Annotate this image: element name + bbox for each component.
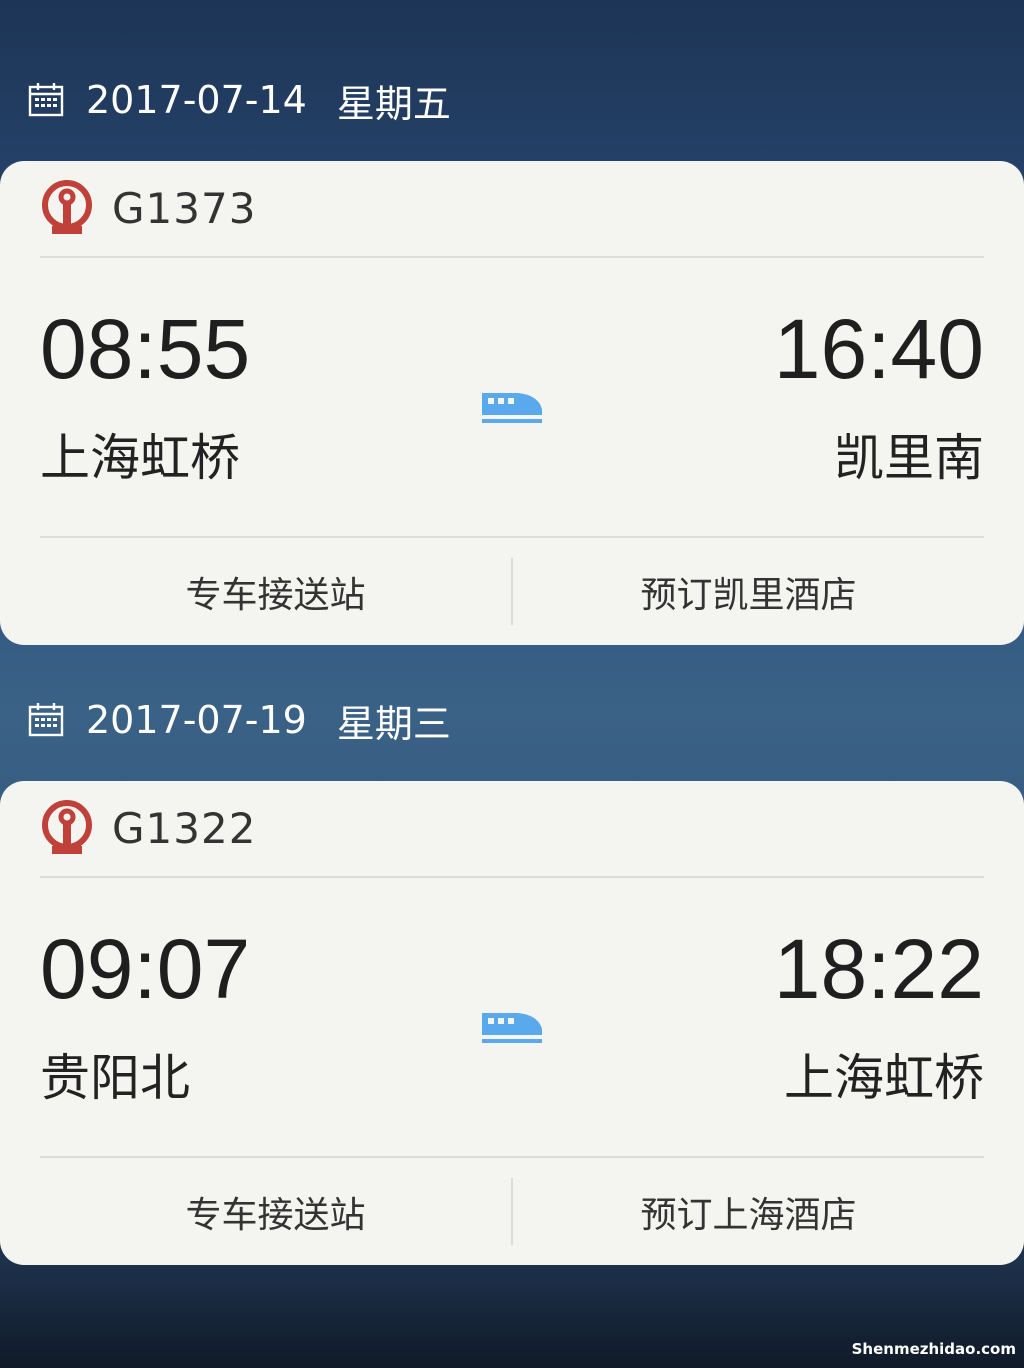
high-speed-train-icon: [482, 393, 542, 423]
train-number: G1373: [112, 184, 257, 233]
trip-card[interactable]: G1322 09:07 18:22 贵阳北 上海虹桥 专车接送站 预订上海酒店: [0, 781, 1024, 1265]
trip-weekday: 星期三: [336, 701, 451, 746]
arrival-time: 16:40: [773, 302, 984, 396]
departure-time: 09:07: [40, 922, 251, 1016]
card-actions: 专车接送站 预订凯里酒店: [40, 538, 984, 645]
trip-date-row: 2017-07-14 星期五: [28, 76, 451, 126]
train-number: G1322: [112, 804, 257, 853]
departure-time: 08:55: [40, 302, 251, 396]
arrival-station: 上海虹桥: [784, 1049, 984, 1107]
calendar-icon: [28, 703, 64, 737]
book-hotel-button[interactable]: 预订凯里酒店: [513, 538, 984, 645]
high-speed-train-icon: [482, 1013, 542, 1043]
arrival-time: 18:22: [773, 922, 984, 1016]
trip-weekday: 星期五: [336, 81, 451, 126]
china-railway-logo-icon: [42, 179, 92, 234]
trip-card[interactable]: G1373 08:55 16:40 上海虹桥 凯里南 专车接送站 预订凯里酒店: [0, 161, 1024, 645]
book-hotel-button[interactable]: 预订上海酒店: [513, 1158, 984, 1265]
trip-card-header: G1322: [40, 781, 984, 878]
car-transfer-button[interactable]: 专车接送站: [40, 1158, 511, 1265]
trip-date-row: 2017-07-19 星期三: [28, 696, 451, 746]
watermark-text: Shenmezhidao.com: [851, 1340, 1016, 1358]
departure-station: 上海虹桥: [40, 429, 240, 487]
trip-card-header: G1373: [40, 161, 984, 258]
card-actions: 专车接送站 预订上海酒店: [40, 1158, 984, 1265]
departure-station: 贵阳北: [40, 1049, 190, 1107]
car-transfer-button[interactable]: 专车接送站: [40, 538, 511, 645]
calendar-icon: [28, 83, 64, 117]
arrival-station: 凯里南: [834, 429, 984, 487]
trip-date: 2017-07-14: [86, 78, 307, 122]
trip-date: 2017-07-19: [86, 698, 307, 742]
china-railway-logo-icon: [42, 799, 92, 854]
